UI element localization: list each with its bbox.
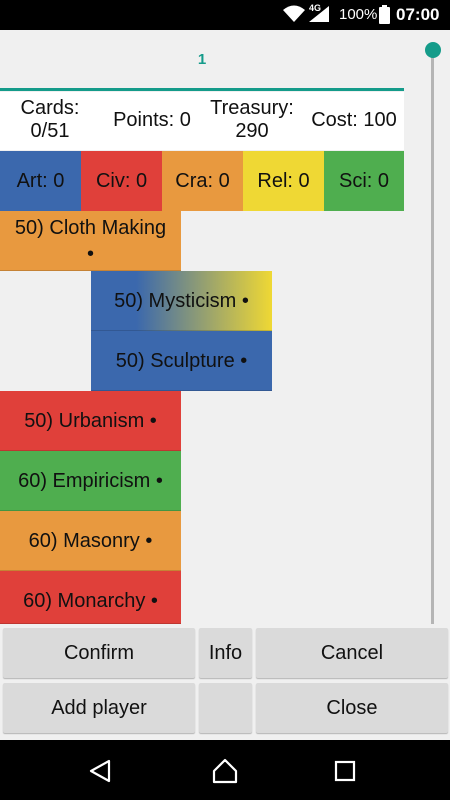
points-stat: Points: 0 — [113, 109, 191, 131]
cancel-button[interactable]: Cancel — [256, 628, 448, 678]
cards-value: 0/51 — [30, 120, 70, 142]
card-urbanism[interactable]: 50) Urbanism • — [0, 391, 181, 451]
category-sci[interactable]: Sci: 0 — [324, 151, 404, 211]
vertical-scrollbar[interactable] — [404, 30, 450, 635]
category-rel[interactable]: Rel: 0 — [243, 151, 324, 211]
card-cloth-making[interactable]: 50) Cloth Making • — [0, 211, 181, 271]
close-button[interactable]: Close — [256, 683, 448, 733]
back-icon[interactable] — [87, 758, 113, 784]
cost-stat: Cost: 100 — [311, 109, 397, 131]
tab-bar: 1 — [0, 30, 404, 92]
button-panel: Confirm Info Cancel Add player Close — [0, 624, 450, 740]
recent-apps-icon[interactable] — [332, 758, 358, 784]
tab-player-1[interactable]: 1 — [0, 30, 404, 90]
wifi-icon — [283, 5, 305, 22]
cards-stat: Cards: 0/51 — [10, 97, 90, 143]
card-mysticism[interactable]: 50) Mysticism • — [91, 271, 272, 331]
card-dot: • — [86, 243, 94, 265]
blank-button[interactable] — [199, 683, 252, 733]
scroll-track — [431, 50, 434, 635]
home-icon[interactable] — [212, 758, 238, 784]
cards-label: Cards: — [20, 97, 80, 119]
category-civ[interactable]: Civ: 0 — [81, 151, 162, 211]
card-empiricism[interactable]: 60) Empiricism • — [0, 451, 181, 511]
card-monarchy[interactable]: 60) Monarchy • — [0, 571, 181, 624]
battery-percent: 100% — [339, 6, 378, 23]
tab-indicator — [0, 88, 404, 91]
treasury-label: Treasury: — [210, 97, 294, 119]
card-sculpture[interactable]: 50) Sculpture • — [91, 331, 272, 391]
stats-panel: Cards: 0/51 Points: 0 Treasury: 290 Cost… — [0, 92, 404, 150]
battery-icon — [379, 5, 390, 24]
scroll-thumb[interactable] — [425, 42, 441, 58]
card-label: 50) Cloth Making — [14, 217, 167, 239]
category-art[interactable]: Art: 0 — [0, 151, 81, 211]
treasury-value: 290 — [235, 120, 269, 142]
category-cra[interactable]: Cra: 0 — [162, 151, 243, 211]
treasury-stat: Treasury: 290 — [202, 97, 302, 143]
category-bar: Art: 0 Civ: 0 Cra: 0 Rel: 0 Sci: 0 — [0, 151, 404, 211]
confirm-button[interactable]: Confirm — [3, 628, 195, 678]
status-bar: 4G 100% 07:00 — [0, 0, 450, 30]
add-player-button[interactable]: Add player — [3, 683, 195, 733]
navigation-bar — [0, 740, 450, 800]
info-button[interactable]: Info — [199, 628, 252, 678]
clock: 07:00 — [396, 5, 440, 24]
cell-signal-icon — [309, 6, 329, 22]
card-masonry[interactable]: 60) Masonry • — [0, 511, 181, 571]
